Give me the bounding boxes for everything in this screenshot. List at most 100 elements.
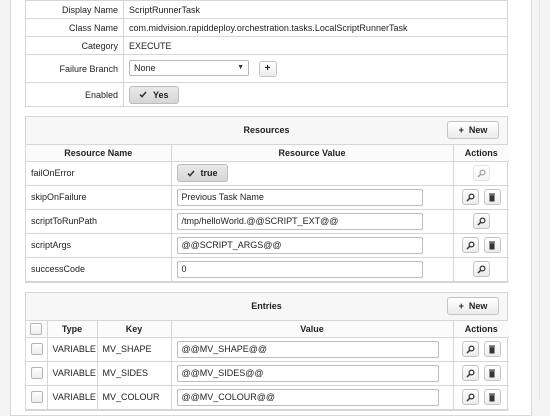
- search-icon: [466, 192, 475, 202]
- new-entry-button[interactable]: + New: [447, 297, 499, 315]
- delete-button[interactable]: [483, 341, 501, 357]
- resource-name: failOnError: [26, 160, 172, 186]
- entry-value-input[interactable]: @@MV_SIDES@@: [176, 364, 439, 382]
- enabled-row: Enabled Yes: [25, 82, 508, 107]
- entry-row-mv-shape: VARIABLE MV_SHAPE @@MV_SHAPE@@: [26, 336, 509, 362]
- failonerror-value: true: [200, 168, 218, 178]
- lookup-button[interactable]: [461, 189, 479, 205]
- search-icon: [466, 344, 475, 354]
- caret-down-icon: ▼: [237, 64, 244, 72]
- resource-name: scriptToRunPath: [26, 208, 172, 234]
- entry-key: MV_SHAPE: [96, 336, 172, 362]
- entry-row-mv-colour: VARIABLE MV_COLOUR @@MV_COLOUR@@: [26, 384, 509, 410]
- resources-panel: Resources + New Resource Name Resource V…: [25, 116, 509, 283]
- entry-value-input[interactable]: @@MV_SHAPE@@: [176, 340, 439, 358]
- new-resource-label: New: [468, 125, 488, 135]
- lookup-button[interactable]: [472, 213, 490, 229]
- column-resource-name: Resource Name: [26, 145, 172, 162]
- display-name-row: Display Name ScriptRunnerTask: [25, 0, 508, 19]
- entry-row-mv-sides: VARIABLE MV_SIDES @@MV_SIDES@@: [26, 360, 509, 386]
- entries-panel: Entries + New Type Key Value Actions VAR…: [25, 292, 509, 411]
- search-icon: [477, 168, 486, 178]
- successcode-input[interactable]: 0: [176, 260, 423, 278]
- failure-branch-cell: None ▼ +: [123, 54, 508, 83]
- plus-icon: +: [458, 301, 464, 311]
- resource-row-failonerror: failOnError true: [26, 160, 509, 186]
- resource-row-successcode: successCode 0: [26, 256, 509, 282]
- failure-branch-select[interactable]: None ▼: [129, 60, 249, 77]
- column-key: Key: [96, 321, 172, 338]
- new-resource-button[interactable]: + New: [447, 121, 499, 139]
- search-icon: [466, 392, 475, 402]
- entries-header: Entries + New: [26, 293, 507, 321]
- delete-button[interactable]: [483, 189, 501, 205]
- resource-row-scriptargs: scriptArgs @@SCRIPT_ARGS@@: [26, 232, 509, 258]
- column-actions: Actions: [452, 145, 509, 162]
- entries-title: Entries: [251, 301, 282, 311]
- delete-button[interactable]: [483, 389, 501, 405]
- failure-branch-row: Failure Branch None ▼ +: [25, 54, 508, 83]
- enabled-toggle-button[interactable]: Yes: [129, 85, 179, 104]
- entry-value-input[interactable]: @@MV_COLOUR@@: [176, 388, 439, 406]
- resource-row-skiponfailure: skipOnFailure Previous Task Name: [26, 184, 509, 210]
- trash-icon: [489, 393, 496, 401]
- plus-icon: +: [458, 125, 464, 135]
- row-checkbox[interactable]: [31, 391, 43, 403]
- search-icon: [477, 264, 486, 274]
- trash-icon: [489, 241, 496, 249]
- new-entry-label: New: [468, 301, 488, 311]
- class-name-row: Class Name com.midvision.rapiddeploy.orc…: [25, 18, 508, 37]
- failonerror-toggle-button[interactable]: true: [176, 164, 228, 182]
- column-resource-value: Resource Value: [170, 145, 454, 162]
- enabled-value: Yes: [153, 89, 169, 100]
- entry-type: VARIABLE: [46, 384, 98, 410]
- search-icon: [477, 216, 486, 226]
- column-actions: Actions: [452, 321, 509, 338]
- column-type: Type: [46, 321, 98, 338]
- task-properties-table: Display Name ScriptRunnerTask Class Name…: [25, 0, 508, 107]
- lookup-button[interactable]: [472, 261, 490, 277]
- lookup-button[interactable]: [472, 165, 490, 181]
- class-name-label: Class Name: [25, 18, 124, 37]
- column-value: Value: [170, 321, 454, 338]
- resource-row-scripttorunpath: scriptToRunPath /tmp/helloWorld.@@SCRIPT…: [26, 208, 509, 234]
- add-failure-branch-button[interactable]: +: [258, 60, 277, 77]
- delete-button[interactable]: [483, 365, 501, 381]
- lookup-button[interactable]: [461, 389, 479, 405]
- skiponfailure-input[interactable]: Previous Task Name: [176, 188, 423, 206]
- category-row: Category EXECUTE: [25, 36, 508, 55]
- delete-button[interactable]: [483, 237, 501, 253]
- resource-name: scriptArgs: [26, 232, 172, 258]
- row-checkbox[interactable]: [31, 367, 43, 379]
- failure-branch-selected-value: None: [134, 63, 156, 74]
- entry-type: VARIABLE: [46, 360, 98, 386]
- row-checkbox[interactable]: [31, 343, 43, 355]
- resources-header: Resources + New: [26, 117, 507, 145]
- display-name-label: Display Name: [25, 0, 124, 19]
- scroll-divider: [539, 0, 540, 400]
- entries-table: Type Key Value Actions VARIABLE MV_SHAPE…: [26, 321, 509, 410]
- category-label: Category: [25, 36, 124, 55]
- entry-type: VARIABLE: [46, 336, 98, 362]
- resource-name: skipOnFailure: [26, 184, 172, 210]
- lookup-button[interactable]: [461, 341, 479, 357]
- enabled-cell: Yes: [123, 82, 508, 107]
- trash-icon: [489, 193, 496, 201]
- resources-table: Resource Name Resource Value Actions fai…: [26, 145, 509, 282]
- lookup-button[interactable]: [461, 237, 479, 253]
- entry-key: MV_SIDES: [96, 360, 172, 386]
- check-icon: [139, 91, 147, 98]
- scriptargs-input[interactable]: @@SCRIPT_ARGS@@: [176, 236, 423, 254]
- scripttorunpath-input[interactable]: /tmp/helloWorld.@@SCRIPT_EXT@@: [176, 212, 423, 230]
- enabled-label: Enabled: [25, 82, 124, 107]
- search-icon: [466, 368, 475, 378]
- select-all-checkbox[interactable]: [30, 322, 43, 335]
- resource-name: successCode: [26, 256, 172, 282]
- class-name-value: com.midvision.rapiddeploy.orchestration.…: [123, 18, 508, 37]
- lookup-button[interactable]: [461, 365, 479, 381]
- trash-icon: [489, 345, 496, 353]
- failure-branch-label: Failure Branch: [25, 54, 124, 83]
- search-icon: [466, 240, 475, 250]
- category-value: EXECUTE: [123, 36, 508, 55]
- entry-key: MV_COLOUR: [96, 384, 172, 410]
